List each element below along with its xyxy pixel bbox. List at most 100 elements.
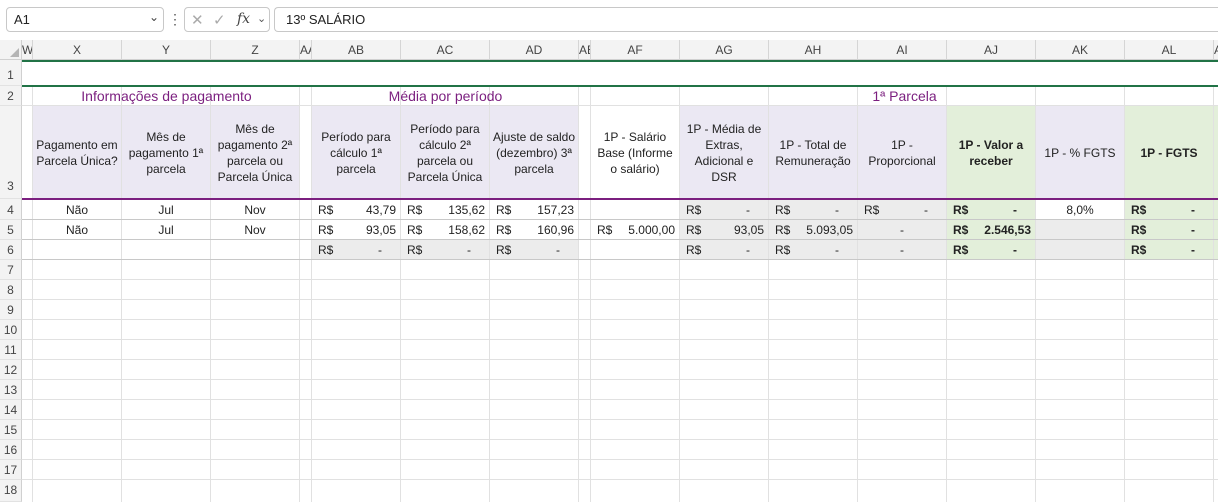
column-header[interactable]: AC: [401, 40, 490, 60]
column-header[interactable]: AD: [490, 40, 579, 60]
cell[interactable]: Não: [33, 200, 121, 220]
cell[interactable]: R$ -: [1125, 220, 1213, 240]
cell[interactable]: R$ 93,05: [312, 220, 400, 240]
column-header[interactable]: AG: [680, 40, 769, 60]
cell[interactable]: -: [858, 240, 946, 260]
row1-band: [22, 60, 1218, 86]
selection-border: [22, 60, 1218, 62]
column-header[interactable]: AA: [300, 40, 312, 60]
cell[interactable]: R$ -: [947, 240, 1035, 260]
function-icon[interactable]: fx: [237, 11, 250, 27]
cell[interactable]: R$ -: [680, 240, 768, 260]
column-header[interactable]: AL: [1125, 40, 1214, 60]
column-header[interactable]: AK: [1036, 40, 1125, 60]
cell[interactable]: R$ 158,62: [401, 220, 489, 240]
cell[interactable]: R$ 5.000,00: [591, 220, 679, 240]
row-header[interactable]: 2: [0, 86, 22, 106]
name-box-value: A1: [14, 12, 30, 27]
cell[interactable]: R$ -: [312, 240, 400, 260]
column-header[interactable]: AJ: [947, 40, 1036, 60]
formula-text: 13º SALÁRIO: [286, 12, 366, 27]
column-title[interactable]: Período para cálculo 2ª parcela ou Parce…: [401, 106, 489, 199]
section-title[interactable]: Média por período: [312, 86, 579, 106]
column-title[interactable]: Pagamento em Parcela Única?: [33, 106, 121, 199]
row-header[interactable]: 15: [0, 420, 22, 440]
row-header[interactable]: 9: [0, 300, 22, 320]
section-title[interactable]: 1ª Parcela: [591, 86, 1218, 106]
cell[interactable]: R$ 160,96: [490, 220, 578, 240]
row-header[interactable]: 17: [0, 460, 22, 480]
row-header[interactable]: 4: [0, 199, 22, 220]
formula-bar: A1 ⌄ ⋮ ✕ ✓ fx ⌄ 13º SALÁRIO: [0, 0, 1218, 40]
cell[interactable]: R$ -: [680, 200, 768, 220]
row-header[interactable]: 12: [0, 360, 22, 380]
cell[interactable]: R$ -: [490, 240, 578, 260]
row-header[interactable]: 16: [0, 440, 22, 460]
cell[interactable]: Jul: [122, 200, 210, 220]
row-header[interactable]: 18: [0, 480, 22, 502]
section-title[interactable]: Informações de pagamento: [33, 86, 300, 106]
column-header[interactable]: W: [22, 40, 33, 60]
cell[interactable]: 8,0%: [1036, 200, 1124, 220]
row-header[interactable]: 3: [0, 106, 22, 199]
cell[interactable]: R$ 2.546,53: [947, 220, 1035, 240]
column-title[interactable]: 1P - Proporcional: [858, 106, 946, 199]
cell[interactable]: Não: [33, 220, 121, 240]
column-title[interactable]: 1P - FGTS: [1125, 106, 1213, 199]
column-title[interactable]: 1P - Total de Remuneração: [769, 106, 857, 199]
column-title[interactable]: 1P - Valor a receber: [947, 106, 1035, 199]
cell[interactable]: [591, 200, 679, 220]
row-header[interactable]: 10: [0, 320, 22, 340]
column-header[interactable]: AH: [769, 40, 858, 60]
row-header[interactable]: 13: [0, 380, 22, 400]
chevron-down-icon[interactable]: ⌄: [149, 10, 159, 24]
row-header[interactable]: 6: [0, 240, 22, 260]
column-header[interactable]: X: [33, 40, 122, 60]
cell[interactable]: Nov: [211, 220, 299, 240]
row-header[interactable]: 8: [0, 280, 22, 300]
row-header[interactable]: 5: [0, 220, 22, 240]
cell[interactable]: [1036, 220, 1124, 240]
column-title[interactable]: 1P - % FGTS: [1036, 106, 1124, 199]
column-title[interactable]: Mês de pagamento 1ª parcela: [122, 106, 210, 199]
column-title[interactable]: Período para cálculo 1ª parcela: [312, 106, 400, 199]
select-all-button[interactable]: [0, 40, 22, 60]
column-header[interactable]: AB: [312, 40, 401, 60]
column-header[interactable]: AF: [591, 40, 680, 60]
confirm-icon[interactable]: ✓: [213, 11, 226, 29]
row-header[interactable]: 11: [0, 340, 22, 360]
cell[interactable]: R$ -: [1125, 240, 1213, 260]
cancel-icon[interactable]: ✕: [191, 11, 204, 29]
column-title[interactable]: 1P - Média de Extras, Adicional e DSR: [680, 106, 768, 199]
column-header[interactable]: Z: [211, 40, 300, 60]
column-header[interactable]: AE: [579, 40, 591, 60]
chevron-down-icon[interactable]: ⌄: [257, 12, 266, 25]
row-header[interactable]: 14: [0, 400, 22, 420]
cell[interactable]: R$ 43,79: [312, 200, 400, 220]
formula-actions: ✕ ✓ fx ⌄: [184, 7, 270, 32]
row-header[interactable]: 1: [0, 60, 22, 86]
cell[interactable]: R$ -: [1125, 200, 1213, 220]
column-title[interactable]: Ajuste de saldo (dezembro) 3ª parcela: [490, 106, 578, 199]
cell[interactable]: R$ -: [947, 200, 1035, 220]
name-box[interactable]: A1 ⌄: [6, 7, 164, 32]
cell[interactable]: R$ -: [858, 200, 946, 220]
cell[interactable]: R$ 5.093,05: [769, 220, 857, 240]
column-header[interactable]: AI: [858, 40, 947, 60]
cell[interactable]: R$ -: [769, 200, 857, 220]
row-header[interactable]: 7: [0, 260, 22, 280]
cell[interactable]: R$ 157,23: [490, 200, 578, 220]
cell[interactable]: R$ -: [769, 240, 857, 260]
cell[interactable]: R$ 135,62: [401, 200, 489, 220]
cell[interactable]: Nov: [211, 200, 299, 220]
formula-input[interactable]: 13º SALÁRIO: [274, 7, 1218, 32]
column-header[interactable]: Y: [122, 40, 211, 60]
column-title[interactable]: Mês de pagamento 2ª parcela ou Parcela Ú…: [211, 106, 299, 199]
column-header[interactable]: A: [1214, 40, 1218, 60]
more-options-icon[interactable]: ⋮: [168, 10, 182, 30]
cell[interactable]: R$ -: [401, 240, 489, 260]
cell[interactable]: Jul: [122, 220, 210, 240]
cell[interactable]: R$ 93,05: [680, 220, 768, 240]
column-title[interactable]: 1P - Salário Base (Informe o salário): [591, 106, 679, 199]
cell[interactable]: -: [858, 220, 946, 240]
